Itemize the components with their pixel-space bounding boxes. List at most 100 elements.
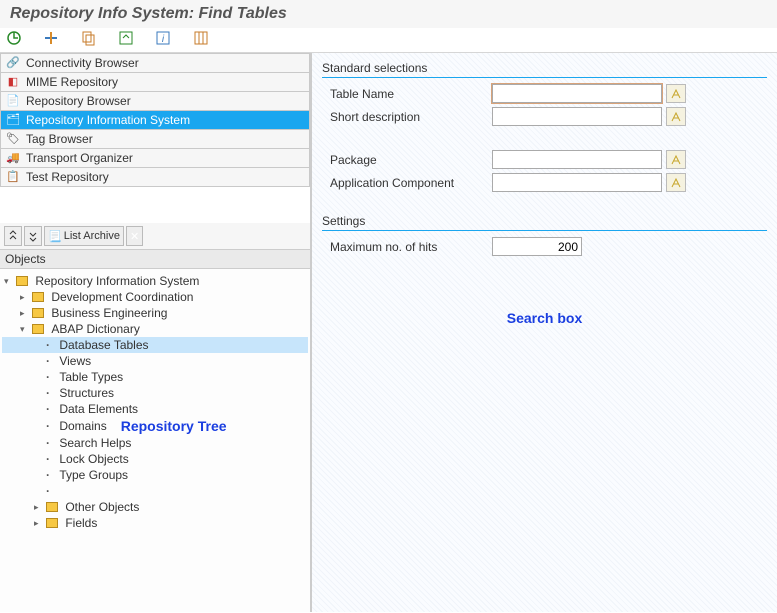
folder-icon xyxy=(46,502,58,512)
nav-mime-repository[interactable]: ◧MIME Repository xyxy=(0,73,310,92)
multiple-selection-button[interactable] xyxy=(666,84,686,103)
repo-browser-icon: 📄 xyxy=(6,94,20,108)
tag-icon: 🏷 xyxy=(6,132,20,146)
input-max-hits[interactable] xyxy=(492,237,582,256)
nav-label: Transport Organizer xyxy=(26,151,133,165)
multiple-selection-button[interactable] xyxy=(666,150,686,169)
settings-title: Settings xyxy=(322,212,767,231)
folder-icon xyxy=(32,292,44,302)
tree-leaf-views[interactable]: · Views xyxy=(2,353,308,369)
collapse-all-button[interactable] xyxy=(4,226,22,246)
mid-toolbar: 📃List Archive ✕ xyxy=(0,223,310,250)
folder-icon xyxy=(32,324,44,334)
folder-icon xyxy=(46,518,58,528)
tree-item-abap-dict[interactable]: ▾ ABAP Dictionary xyxy=(2,321,308,337)
caret-right-icon: ▸ xyxy=(20,292,30,303)
close-button[interactable]: ✕ xyxy=(126,226,143,246)
info-system-icon: 🗂 xyxy=(6,113,20,127)
tree-label: Repository Information System xyxy=(35,274,199,288)
tree-label: Views xyxy=(59,354,91,368)
annotation-search: Search box xyxy=(507,310,582,326)
input-package[interactable] xyxy=(492,150,662,169)
layout-icon[interactable] xyxy=(193,30,213,50)
main-toolbar: i xyxy=(0,28,777,53)
caret-right-icon: ▸ xyxy=(34,518,44,529)
tree-leaf-empty[interactable]: · xyxy=(2,483,308,499)
tree-item-fields[interactable]: ▸ Fields xyxy=(2,515,308,531)
bullet-icon: · xyxy=(44,402,52,416)
label-app-comp: Application Component xyxy=(322,176,492,190)
multiple-selection-button[interactable] xyxy=(666,173,686,192)
expand-all-button[interactable] xyxy=(24,226,42,246)
label-short-desc: Short description xyxy=(322,110,492,124)
nav-connectivity-browser[interactable]: 🔗Connectivity Browser xyxy=(0,53,310,73)
caret-down-icon: ▾ xyxy=(4,276,14,287)
tree-item-bus-eng[interactable]: ▸ Business Engineering xyxy=(2,305,308,321)
info-icon[interactable]: i xyxy=(155,30,175,50)
connectivity-icon: 🔗 xyxy=(6,56,20,70)
annotation-tree: Repository Tree xyxy=(121,418,227,434)
nav-label: Repository Information System xyxy=(26,113,190,127)
nav-list: 🔗Connectivity Browser ◧MIME Repository 📄… xyxy=(0,53,310,187)
tree-label: Lock Objects xyxy=(59,452,128,466)
bullet-icon: · xyxy=(44,386,52,400)
tree-leaf-table-types[interactable]: · Table Types xyxy=(2,369,308,385)
bullet-icon: · xyxy=(44,436,52,450)
tree-leaf-structures[interactable]: · Structures xyxy=(2,385,308,401)
tree-leaf-lock-objects[interactable]: · Lock Objects xyxy=(2,451,308,467)
nav-transport-organizer[interactable]: 🚚 Transport Organizer xyxy=(0,149,310,168)
export-icon[interactable] xyxy=(118,30,138,50)
tree-label: Database Tables xyxy=(59,338,148,352)
tree-leaf-type-groups[interactable]: · Type Groups xyxy=(2,467,308,483)
bullet-icon: · xyxy=(44,468,52,482)
label-package: Package xyxy=(322,153,492,167)
tree-leaf-search-helps[interactable]: · Search Helps xyxy=(2,435,308,451)
objects-header: Objects xyxy=(0,250,310,269)
tree-root[interactable]: ▾ Repository Information System xyxy=(2,273,308,289)
tree-leaf-domains[interactable]: · Domains Repository Tree xyxy=(2,417,308,435)
tree-label: Search Helps xyxy=(59,436,131,450)
transport-icon: 🚚 xyxy=(6,151,20,165)
input-app-comp[interactable] xyxy=(492,173,662,192)
caret-down-icon: ▾ xyxy=(20,324,30,335)
tree-label: Other Objects xyxy=(65,500,139,514)
bullet-icon: · xyxy=(44,370,52,384)
tree-label: Fields xyxy=(65,516,97,530)
dynamic-selections-icon[interactable] xyxy=(43,30,63,50)
label-max-hits: Maximum no. of hits xyxy=(322,240,492,254)
row-table-name: Table Name xyxy=(322,84,767,103)
tree-label: Data Elements xyxy=(59,402,138,416)
input-table-name[interactable] xyxy=(492,84,662,103)
tree-label: Development Coordination xyxy=(51,290,193,304)
tree-leaf-data-elements[interactable]: · Data Elements xyxy=(2,401,308,417)
copy-icon[interactable] xyxy=(81,30,101,50)
nav-repository-info-system[interactable]: 🗂 Repository Information System xyxy=(0,111,310,130)
multiple-selection-button[interactable] xyxy=(666,107,686,126)
row-max-hits: Maximum no. of hits xyxy=(322,237,767,256)
tree-item-other-objects[interactable]: ▸ Other Objects xyxy=(2,499,308,515)
execute-icon[interactable] xyxy=(6,30,26,50)
nav-test-repository[interactable]: 📋Test Repository xyxy=(0,168,310,187)
label-table-name: Table Name xyxy=(322,87,492,101)
input-short-desc[interactable] xyxy=(492,107,662,126)
list-icon: 📃 xyxy=(48,230,62,243)
folder-icon xyxy=(32,308,44,318)
left-pane: 🔗Connectivity Browser ◧MIME Repository 📄… xyxy=(0,53,312,612)
nav-label: Tag Browser xyxy=(26,132,93,146)
list-archive-button[interactable]: 📃List Archive xyxy=(44,226,124,246)
bullet-icon: · xyxy=(44,354,52,368)
nav-repository-browser[interactable]: 📄Repository Browser xyxy=(0,92,310,111)
tree-label: Domains xyxy=(59,419,106,433)
repository-tree: ▾ Repository Information System ▸ Develo… xyxy=(0,269,310,612)
tree-label: Structures xyxy=(59,386,114,400)
caret-right-icon: ▸ xyxy=(20,308,30,319)
tree-leaf-database-tables[interactable]: · Database Tables xyxy=(2,337,308,353)
folder-icon xyxy=(16,276,28,286)
tree-item-dev-coord[interactable]: ▸ Development Coordination xyxy=(2,289,308,305)
search-pane: Standard selections Table Name Short des… xyxy=(312,53,777,612)
nav-tag-browser[interactable]: 🏷 Tag Browser xyxy=(0,130,310,149)
row-short-desc: Short description xyxy=(322,107,767,126)
row-app-comp: Application Component xyxy=(322,173,767,192)
tree-label: Business Engineering xyxy=(51,306,167,320)
mime-icon: ◧ xyxy=(6,75,20,89)
